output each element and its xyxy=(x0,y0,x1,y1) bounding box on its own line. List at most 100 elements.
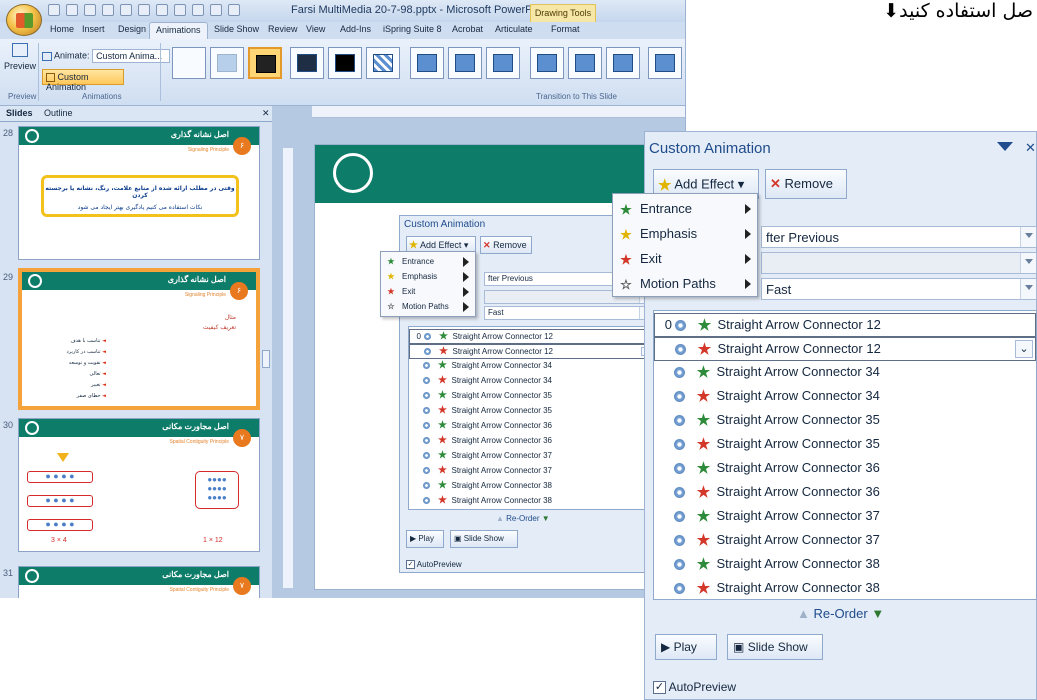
tab-slide-show[interactable]: Slide Show xyxy=(214,24,259,34)
quick-access-icon[interactable] xyxy=(210,4,222,16)
property-select[interactable] xyxy=(761,252,1037,274)
transition-push-left-thumb[interactable] xyxy=(448,47,482,79)
custom-animation-button[interactable]: Custom Animation xyxy=(42,69,124,92)
animation-list-item[interactable]: ★ Straight Arrow Connector 34 xyxy=(409,374,653,389)
tab-review[interactable]: Review xyxy=(268,24,298,34)
speed-select[interactable]: Fast xyxy=(761,278,1037,300)
tab-add-ins[interactable]: Add-Ins xyxy=(340,24,371,34)
animation-list-item[interactable]: 0 ★ Straight Arrow Connector 12 xyxy=(409,329,653,344)
pane-menu-icon[interactable] xyxy=(997,142,1013,151)
transition-none-thumb[interactable] xyxy=(172,47,206,79)
redo-icon[interactable] xyxy=(84,4,96,16)
quick-access-icon[interactable] xyxy=(138,4,150,16)
play-button[interactable]: ▶ Play xyxy=(406,530,444,548)
animation-list[interactable]: 0 ★ Straight Arrow Connector 12 ★ Straight A… xyxy=(408,326,654,510)
animation-list-item[interactable]: ★ Straight Arrow Connector 37 xyxy=(654,505,1036,529)
tab-acrobat[interactable]: Acrobat xyxy=(452,24,483,34)
office-button[interactable] xyxy=(6,4,42,36)
quick-access-icon[interactable] xyxy=(192,4,204,16)
animation-list-item[interactable]: ★ Straight Arrow Connector 38 xyxy=(654,553,1036,577)
menu-item-entrance[interactable]: ★ Entrance xyxy=(381,254,475,269)
menu-item-motion-paths[interactable]: ☆ Motion Paths xyxy=(381,299,475,314)
tab-outline[interactable]: Outline xyxy=(44,108,73,118)
quick-access-icon[interactable] xyxy=(174,4,186,16)
reorder-down-icon[interactable]: ▼ xyxy=(871,606,884,621)
animation-list-item[interactable]: ★Straight Arrow Connector 12⌄ xyxy=(409,344,653,359)
speed-select[interactable]: Fast xyxy=(484,306,656,320)
transition-wipe-thumb[interactable] xyxy=(606,47,640,79)
tab-slides[interactable]: Slides xyxy=(6,108,33,118)
animate-select[interactable]: Custom Anima... xyxy=(92,49,171,63)
animation-list-item[interactable]: ★ Straight Arrow Connector 35 xyxy=(409,389,653,404)
slide-thumbnail-selected[interactable]: اصل نشانه گذاری ۶ Signaling Principle مث… xyxy=(18,268,260,410)
animation-list-item[interactable]: ★ Straight Arrow Connector 36 xyxy=(654,481,1036,505)
animation-list-item[interactable]: ★ Straight Arrow Connector 37 xyxy=(409,449,653,464)
close-pane-icon[interactable]: ✕ xyxy=(262,108,270,119)
animation-list-item[interactable]: ★ Straight Arrow Connector 36 xyxy=(409,434,653,449)
play-button[interactable]: ▶ Play xyxy=(655,634,717,660)
chevron-down-icon[interactable]: ⌄ xyxy=(1015,340,1033,358)
remove-button[interactable]: ✕ Remove xyxy=(765,169,847,199)
tab-insert[interactable]: Insert xyxy=(82,24,105,34)
autopreview-checkbox[interactable]: ✓ AutoPreview xyxy=(406,560,462,570)
quick-access-icon[interactable] xyxy=(228,4,240,16)
start-select[interactable]: fter Previous xyxy=(761,226,1037,248)
animation-list-item[interactable]: ★ Straight Arrow Connector 37 xyxy=(409,464,653,479)
animation-list-item[interactable]: ★ Straight Arrow Connector 36 xyxy=(654,457,1036,481)
animation-list-item[interactable]: ★ Straight Arrow Connector 38 xyxy=(409,494,653,509)
transition-push-right-thumb[interactable] xyxy=(486,47,520,79)
tab-animations[interactable]: Animations xyxy=(149,22,208,39)
transition-fade-thumb[interactable] xyxy=(210,47,244,79)
transition-dissolve-thumb[interactable] xyxy=(366,47,400,79)
tab-home[interactable]: Home xyxy=(50,24,74,34)
animation-list-item[interactable]: 0 ★ Straight Arrow Connector 12 xyxy=(654,313,1036,337)
reorder-up-icon[interactable]: ▲ xyxy=(797,606,810,621)
animation-list-item[interactable]: ★ Straight Arrow Connector 37 xyxy=(654,529,1036,553)
animation-list-item[interactable]: ★ Straight Arrow Connector 35 xyxy=(654,409,1036,433)
tab-ispring[interactable]: iSpring Suite 8 xyxy=(383,24,442,34)
undo-icon[interactable] xyxy=(66,4,78,16)
slide-thumbnail[interactable]: اصل مجاورت مکانی ۷ Spatial Contiguity Pr… xyxy=(18,566,260,598)
slide-show-button[interactable]: ▣ Slide Show xyxy=(450,530,518,548)
tab-articulate[interactable]: Articulate xyxy=(495,24,533,34)
save-icon[interactable] xyxy=(48,4,60,16)
reorder-up-icon[interactable]: ▲ xyxy=(496,514,504,523)
autopreview-checkbox[interactable]: ✓ AutoPreview xyxy=(653,680,736,695)
menu-item-emphasis[interactable]: ★ Emphasis xyxy=(613,221,757,246)
preview-button[interactable]: Preview xyxy=(4,43,36,83)
transition-cut-thumb[interactable] xyxy=(290,47,324,79)
transition-push-down-thumb[interactable] xyxy=(410,47,444,79)
quick-access-icon[interactable] xyxy=(120,4,132,16)
menu-item-entrance[interactable]: ★ Entrance xyxy=(613,196,757,221)
animation-list-item[interactable]: ★ Straight Arrow Connector 36 xyxy=(409,419,653,434)
animation-list-item[interactable]: ★ Straight Arrow Connector 34 xyxy=(654,361,1036,385)
animation-list-item[interactable]: ★ Straight Arrow Connector 35 xyxy=(654,433,1036,457)
tab-design[interactable]: Design xyxy=(118,24,146,34)
transition-cut-black-thumb[interactable] xyxy=(328,47,362,79)
transition-cover-thumb[interactable] xyxy=(648,47,682,79)
reorder-down-icon[interactable]: ▼ xyxy=(542,514,550,523)
animation-list-item[interactable]: ★ Straight Arrow Connector 38 xyxy=(654,577,1036,599)
transition-push-up-thumb[interactable] xyxy=(530,47,564,79)
animation-list-item[interactable]: ★ Straight Arrow Connector 38 xyxy=(409,479,653,494)
animation-list-item[interactable]: ★Straight Arrow Connector 12⌄ xyxy=(654,337,1036,361)
tab-format[interactable]: Format xyxy=(551,24,580,34)
slide-thumbnail[interactable]: اصل نشانه گذاری ۶ Signaling Principle وق… xyxy=(18,126,260,260)
splitter-handle[interactable] xyxy=(262,350,270,368)
tab-view[interactable]: View xyxy=(306,24,325,34)
close-pane-icon[interactable]: ✕ xyxy=(1025,140,1036,156)
quick-access-icon[interactable] xyxy=(156,4,168,16)
remove-button[interactable]: ✕ Remove xyxy=(480,236,532,254)
animation-list-item[interactable]: ★ Straight Arrow Connector 34 xyxy=(654,385,1036,409)
transition-fade-black-thumb[interactable] xyxy=(248,47,282,79)
animation-list-item[interactable]: ★ Straight Arrow Connector 35 xyxy=(409,404,653,419)
quick-access-icon[interactable] xyxy=(102,4,114,16)
menu-item-motion-paths[interactable]: ☆ Motion Paths xyxy=(613,271,757,296)
transition-split-thumb[interactable] xyxy=(568,47,602,79)
slide-thumbnail[interactable]: اصل مجاورت مکانی ۷ Spatial Contiguity Pr… xyxy=(18,418,260,552)
slide-show-button[interactable]: ▣ Slide Show xyxy=(727,634,823,660)
animation-list[interactable]: 0 ★ Straight Arrow Connector 12 ★ Straight A… xyxy=(653,310,1037,600)
menu-item-exit[interactable]: ★ Exit xyxy=(613,246,757,271)
menu-item-exit[interactable]: ★ Exit xyxy=(381,284,475,299)
animation-list-item[interactable]: ★ Straight Arrow Connector 34 xyxy=(409,359,653,374)
